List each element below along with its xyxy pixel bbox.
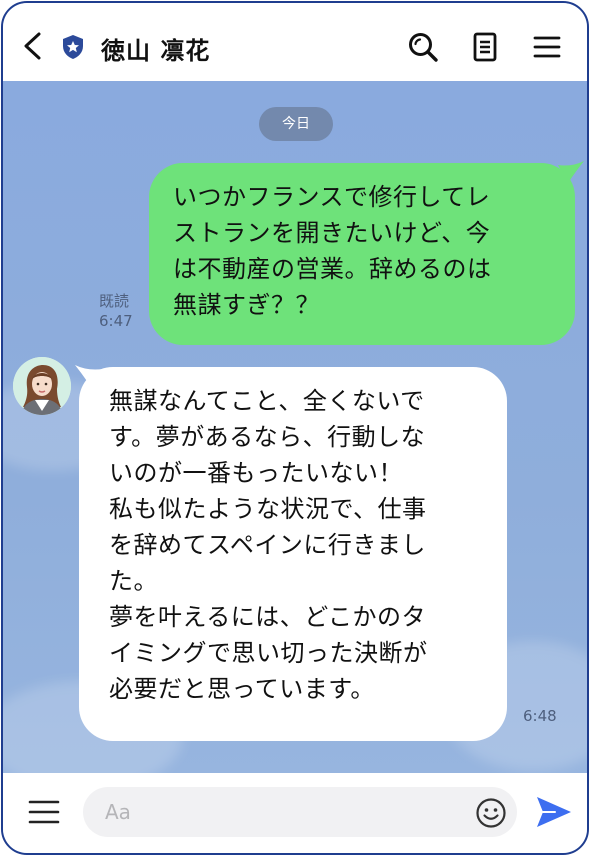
- sent-message-text: いつかフランスで修行してレ ストランを開きたいけど、今 は不動産の営業。辞めるの…: [173, 183, 492, 319]
- shield-star-icon: [63, 35, 83, 59]
- message-timestamp: 6:47: [99, 312, 133, 330]
- search-icon[interactable]: [407, 31, 439, 63]
- user-avatar[interactable]: [13, 357, 71, 415]
- contact-name[interactable]: 徳山 凛花: [101, 31, 210, 66]
- message-timestamp: 6:48: [523, 707, 557, 725]
- date-separator: 今日: [259, 107, 333, 141]
- notes-icon[interactable]: [469, 31, 501, 63]
- chat-window: 徳山 凛花 今日 いつかフランスで修行してレ ストランを開きたいけど、今 は不動…: [1, 1, 589, 855]
- message-list[interactable]: 今日 いつかフランスで修行してレ ストランを開きたいけど、今 は不動産の営業。辞…: [3, 81, 587, 773]
- hamburger-menu-icon[interactable]: [27, 797, 61, 827]
- read-receipt: 既読: [99, 292, 130, 310]
- hamburger-menu-icon[interactable]: [531, 31, 563, 63]
- received-message-bubble[interactable]: 無謀なんてこと、全くないで す。夢があるなら、行動しな いのが一番もったいない！…: [79, 367, 507, 741]
- sent-message-bubble[interactable]: いつかフランスで修行してレ ストランを開きたいけど、今 は不動産の営業。辞めるの…: [149, 163, 575, 345]
- emoji-icon[interactable]: [475, 797, 507, 829]
- chat-header: 徳山 凛花: [3, 3, 587, 81]
- send-icon[interactable]: [535, 795, 573, 829]
- chevron-left-icon[interactable]: [21, 31, 45, 61]
- message-input[interactable]: [83, 787, 517, 837]
- message-meta: 既読 6:47: [99, 291, 133, 331]
- message-input-bar: [3, 773, 587, 853]
- received-message-text: 無謀なんてこと、全くないで す。夢があるなら、行動しな いのが一番もったいない！…: [109, 387, 428, 703]
